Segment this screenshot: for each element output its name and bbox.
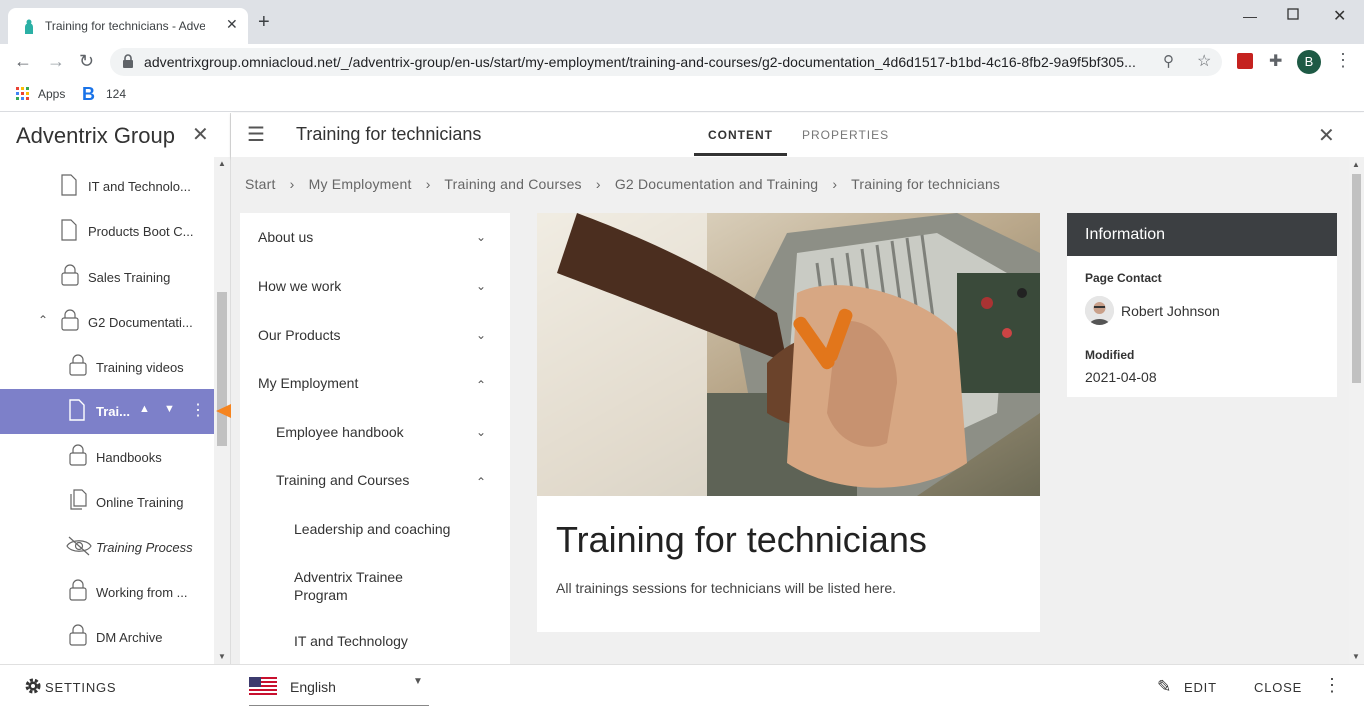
modified-date: 2021-04-08: [1085, 369, 1157, 385]
move-down-icon[interactable]: ▼: [164, 403, 175, 415]
page-icon: [61, 174, 77, 196]
panel-title: Adventrix Group: [16, 123, 175, 148]
page-contact-label: Page Contact: [1085, 271, 1162, 285]
close-editor-icon[interactable]: ✕: [1318, 123, 1335, 148]
modified-label: Modified: [1085, 348, 1135, 362]
chevron-down-icon[interactable]: ⌄: [476, 279, 486, 293]
scroll-down-icon[interactable]: ▼: [218, 652, 226, 661]
bookmarks-bar: [0, 80, 1364, 112]
extensions-icon[interactable]: ✚: [1269, 51, 1282, 71]
minimize-icon[interactable]: —: [1243, 8, 1257, 24]
language-underline: [249, 705, 429, 706]
maximize-icon[interactable]: [1287, 7, 1299, 23]
contact-name[interactable]: Robert Johnson: [1121, 303, 1220, 319]
new-tab-button[interactable]: +: [258, 12, 270, 32]
hidden-icon: [66, 536, 92, 556]
hero-image: [537, 213, 1040, 496]
breadcrumb-my-employment[interactable]: My Employment: [309, 176, 412, 192]
close-tab-icon[interactable]: ✕: [226, 16, 238, 33]
chevron-up-icon[interactable]: ⌃: [476, 378, 486, 392]
breadcrumb-separator: ›: [595, 176, 601, 192]
breadcrumb-training-courses[interactable]: Training and Courses: [444, 176, 581, 192]
breadcrumb-separator: ›: [832, 176, 838, 192]
scroll-up-icon[interactable]: ▲: [218, 159, 226, 168]
page-title: Training for technicians: [296, 124, 482, 144]
window-close-icon[interactable]: ✕: [1333, 6, 1346, 26]
nav-about-us[interactable]: About us: [258, 229, 313, 245]
lock-icon: [69, 624, 87, 646]
bookmark-b-icon[interactable]: B: [82, 84, 95, 105]
pdf-extension-icon[interactable]: [1237, 53, 1253, 69]
nav-employee-handbook[interactable]: Employee handbook: [276, 424, 404, 440]
move-up-icon[interactable]: ▲: [139, 403, 150, 415]
avatar[interactable]: [1085, 296, 1114, 325]
bookmark-apps[interactable]: Apps: [38, 87, 65, 101]
content-scrollbar-thumb[interactable]: [1352, 174, 1361, 383]
edit-button[interactable]: EDIT: [1184, 680, 1217, 695]
lock-icon: [122, 54, 134, 73]
nav-how-we-work[interactable]: How we work: [258, 278, 341, 294]
gear-icon[interactable]: [24, 677, 42, 700]
chevron-down-icon[interactable]: ⌄: [476, 230, 486, 244]
breadcrumb-start[interactable]: Start: [245, 176, 276, 192]
chevron-up-icon[interactable]: ⌃: [476, 475, 486, 489]
footer-more-icon[interactable]: ⋮: [1323, 675, 1341, 696]
reload-icon[interactable]: ↻: [79, 52, 94, 70]
nav-adventrix-trainee[interactable]: Adventrix Trainee Program: [294, 568, 434, 604]
chevron-down-icon[interactable]: ⌄: [476, 425, 486, 439]
content-scroll-up-icon[interactable]: ▲: [1352, 160, 1360, 169]
page-icon: [69, 399, 85, 421]
breadcrumb-separator: ›: [289, 176, 295, 192]
active-tab-indicator: [694, 153, 787, 156]
favicon-icon: [22, 19, 36, 40]
lock-icon: [61, 309, 79, 331]
search-icon[interactable]: ⚲: [1163, 52, 1174, 70]
edit-pencil-icon[interactable]: ✎: [1157, 677, 1171, 697]
lock-icon: [69, 444, 87, 466]
back-icon[interactable]: ←: [14, 52, 32, 70]
nav-our-products[interactable]: Our Products: [258, 327, 340, 343]
collapse-icon[interactable]: ⌃: [38, 313, 48, 327]
apps-grid-icon[interactable]: [16, 87, 30, 106]
tab-properties[interactable]: PROPERTIES: [802, 128, 889, 142]
tab-title: Training for technicians - Adventrix: [45, 19, 205, 33]
page-icon: [61, 219, 77, 241]
copy-icon: [70, 489, 87, 510]
bookmark-124[interactable]: 124: [106, 87, 126, 101]
star-icon[interactable]: ☆: [1197, 51, 1211, 71]
chevron-down-icon[interactable]: ⌄: [476, 328, 486, 342]
tab-content[interactable]: CONTENT: [708, 128, 773, 142]
breadcrumb-separator: ›: [425, 176, 431, 192]
breadcrumb-g2-documentation[interactable]: G2 Documentation and Training: [615, 176, 818, 192]
close-panel-icon[interactable]: ✕: [192, 122, 209, 147]
article-body: All trainings sessions for technicians w…: [556, 580, 897, 596]
lock-icon: [69, 579, 87, 601]
information-header: Information: [1067, 213, 1337, 256]
article-heading: Training for technicians: [556, 519, 927, 560]
close-button[interactable]: CLOSE: [1254, 680, 1302, 695]
browser-tab[interactable]: Training for technicians - Adventrix ✕: [8, 8, 248, 44]
hamburger-menu-icon[interactable]: ☰: [247, 122, 265, 147]
language-select[interactable]: English: [290, 679, 336, 695]
browser-menu-icon[interactable]: ⋮: [1334, 50, 1352, 71]
lock-icon: [69, 354, 87, 376]
content-scroll-down-icon[interactable]: ▼: [1352, 652, 1360, 661]
nav-leadership-coaching[interactable]: Leadership and coaching: [294, 521, 450, 537]
us-flag-icon: [249, 677, 277, 697]
more-options-icon[interactable]: ⋮: [190, 400, 206, 420]
information-title: Information: [1085, 226, 1166, 243]
settings-button[interactable]: SETTINGS: [45, 680, 116, 695]
dropdown-arrow-icon[interactable]: ▼: [413, 676, 423, 687]
url-text: adventrixgroup.omniacloud.net/_/adventri…: [144, 54, 1136, 70]
breadcrumb: Start › My Employment › Training and Cou…: [245, 176, 1000, 192]
profile-avatar[interactable]: B: [1297, 50, 1321, 74]
breadcrumb-current: Training for technicians: [851, 176, 1001, 192]
address-bar[interactable]: adventrixgroup.omniacloud.net/_/adventri…: [110, 48, 1222, 76]
nav-my-employment[interactable]: My Employment: [258, 375, 358, 391]
forward-icon[interactable]: →: [47, 52, 65, 70]
nav-training-courses[interactable]: Training and Courses: [276, 472, 409, 488]
lock-icon: [61, 264, 79, 286]
nav-it-technology[interactable]: IT and Technology: [294, 633, 408, 649]
